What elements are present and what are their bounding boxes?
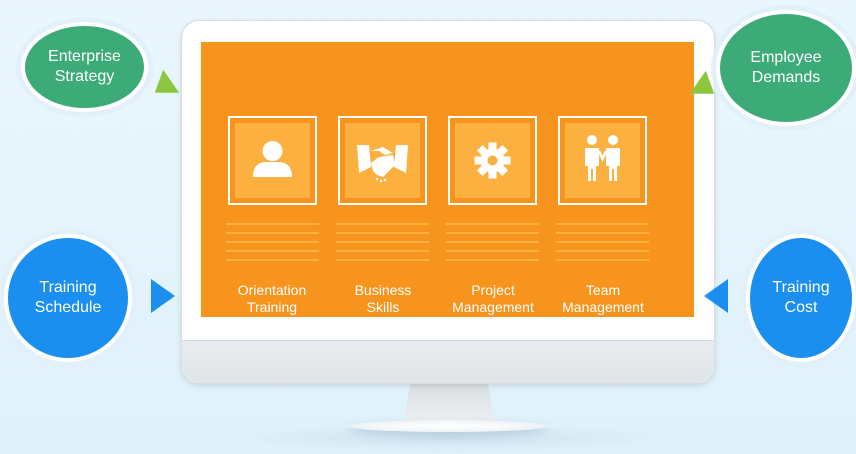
card-label-project-management: Project Management — [452, 282, 534, 315]
bubble-label: Training — [772, 279, 830, 296]
arrow-training-schedule — [151, 279, 175, 313]
bubble-label: Employee — [750, 49, 822, 66]
card-orientation-training — [228, 116, 317, 205]
bubble-label: Demands — [751, 69, 821, 86]
card-tile — [565, 123, 640, 198]
card-text-lines — [226, 223, 319, 268]
bubble-enterprise-strategy: Enterprise Strategy — [21, 22, 148, 112]
gear-icon — [474, 142, 511, 179]
bubble-training-schedule: Training Schedule — [4, 234, 132, 362]
bubble-label: Enterprise — [48, 48, 121, 65]
card-text-lines — [336, 223, 429, 268]
bubble-label: Cost — [784, 299, 818, 316]
card-label-team-management: Team Management — [562, 282, 644, 315]
card-tile — [345, 123, 420, 198]
bubble-label: Strategy — [54, 68, 115, 85]
card-business-skills — [338, 116, 427, 205]
bubble-training-cost: Training Cost — [746, 234, 856, 362]
card-team-management — [558, 116, 647, 205]
card-text-lines — [556, 223, 649, 268]
card-tile — [235, 123, 310, 198]
handshake-icon — [357, 145, 408, 183]
monitor-chin — [182, 340, 714, 383]
team-icon — [585, 135, 620, 181]
monitor-base — [348, 420, 548, 432]
bubble-label: Schedule — [34, 299, 102, 316]
card-tile — [455, 123, 530, 198]
arrow-training-cost — [704, 279, 728, 313]
card-text-lines — [446, 223, 539, 268]
monitor-neck — [403, 382, 495, 424]
bubble-label: Training — [39, 279, 97, 296]
card-label-orientation-training: Orientation Training — [237, 282, 307, 315]
person-icon — [253, 141, 292, 177]
monitor-screen: Orientation Training Business Skills Pro… — [201, 42, 694, 317]
card-project-management — [448, 116, 537, 205]
card-label-business-skills: Business Skills — [354, 282, 412, 315]
bubble-employee-demands: Employee Demands — [716, 10, 856, 126]
monitor: Orientation Training Business Skills Pro… — [181, 20, 715, 384]
